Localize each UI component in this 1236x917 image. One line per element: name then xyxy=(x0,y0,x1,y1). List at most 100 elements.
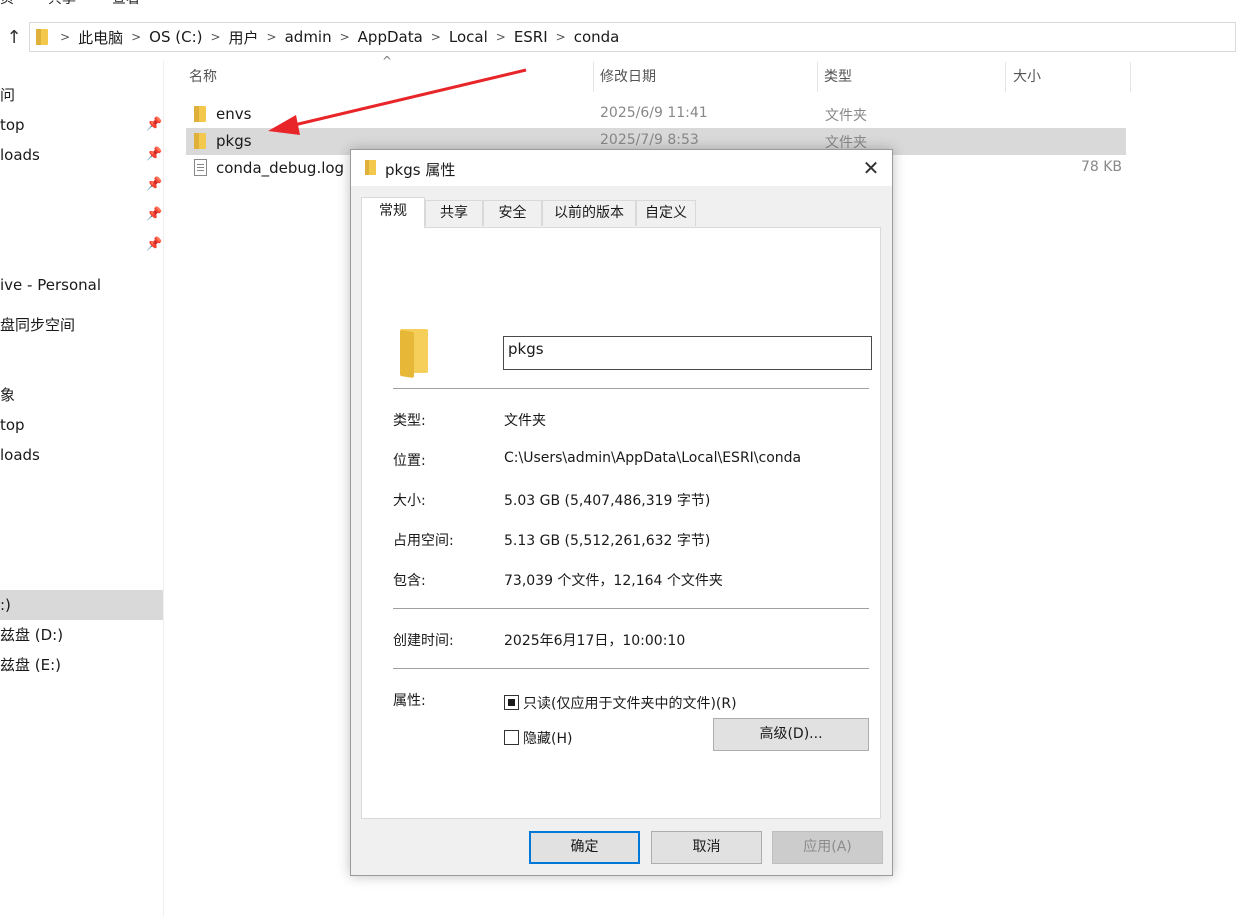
dialog-title: pkgs 属性 xyxy=(385,161,456,179)
nav-item-drive-c[interactable]: :) xyxy=(0,590,163,620)
column-divider[interactable] xyxy=(1130,62,1131,92)
nav-item-sync-space[interactable]: 盘同步空间 xyxy=(0,310,163,340)
nav-item-downloads[interactable]: loads 📌 xyxy=(0,140,163,170)
general-tab-panel: pkgs 类型: 文件夹 位置: C:\Users\admin\AppData\… xyxy=(361,227,881,819)
nav-item-drive-e[interactable]: 兹盘 (E:) xyxy=(0,650,163,680)
folder-name-field[interactable]: pkgs xyxy=(503,336,872,370)
advanced-button[interactable]: 高级(D)... xyxy=(713,718,869,751)
breadcrumb-conda[interactable]: conda xyxy=(574,28,620,46)
attributes-label: 属性: xyxy=(393,693,426,709)
chevron-right-icon[interactable]: > xyxy=(496,30,506,44)
created-value: 2025年6月17日，10:00:10 xyxy=(504,633,686,649)
file-size: 78 KB xyxy=(1080,159,1122,175)
folder-icon xyxy=(36,29,48,45)
column-header-name[interactable]: 名称 xyxy=(189,62,217,92)
tab-security[interactable]: 安全 xyxy=(483,200,542,226)
file-name: envs xyxy=(216,105,252,123)
type-label: 类型: xyxy=(393,413,426,429)
chevron-right-icon[interactable]: > xyxy=(267,30,277,44)
nav-item-3d-objects[interactable]: 象 xyxy=(0,380,163,410)
breadcrumb-appdata[interactable]: AppData xyxy=(358,28,423,46)
pane-divider[interactable] xyxy=(163,60,164,917)
file-name: pkgs xyxy=(216,132,252,150)
dialog-titlebar[interactable]: pkgs 属性 ✕ xyxy=(351,150,892,186)
created-label: 创建时间: xyxy=(393,633,454,649)
contains-value: 73,039 个文件，12,164 个文件夹 xyxy=(504,573,723,589)
breadcrumb-this-pc[interactable]: 此电脑 xyxy=(78,27,123,48)
chevron-right-icon[interactable]: > xyxy=(340,30,350,44)
pin-icon: 📌 xyxy=(146,177,163,192)
breadcrumb-users[interactable]: 用户 xyxy=(229,27,259,48)
nav-item-label: 象 xyxy=(0,386,16,404)
pin-icon: 📌 xyxy=(146,117,163,132)
file-name: conda_debug.log xyxy=(216,159,345,177)
nav-item-quick-access[interactable]: 问 xyxy=(0,80,163,110)
up-arrow-icon[interactable]: ↑ xyxy=(4,24,24,50)
navigation-pane: 问 top 📌 loads 📌 📌 📌 📌 ive - Personal 盘同步空间… xyxy=(0,60,163,917)
hidden-checkbox[interactable] xyxy=(504,730,519,745)
menu-item-share[interactable]: 共享 xyxy=(48,0,76,8)
apply-button[interactable]: 应用(A) xyxy=(772,831,883,864)
hidden-label[interactable]: 隐藏(H) xyxy=(523,728,572,748)
column-divider[interactable] xyxy=(817,62,818,92)
nav-item-label: 兹盘 (E:) xyxy=(0,656,62,674)
menu-item-view[interactable]: 查看 xyxy=(112,0,140,8)
readonly-label[interactable]: 只读(仅应用于文件夹中的文件)(R) xyxy=(523,693,737,713)
nav-item-documents[interactable]: 📌 xyxy=(0,170,163,200)
ok-button[interactable]: 确定 xyxy=(529,831,640,864)
tab-previous-versions[interactable]: 以前的版本 xyxy=(542,200,636,226)
breadcrumb-admin[interactable]: admin xyxy=(285,28,332,46)
nav-item-desktop[interactable]: top 📌 xyxy=(0,110,163,140)
chevron-right-icon[interactable]: > xyxy=(210,30,220,44)
nav-item-drive-d[interactable]: 兹盘 (D:) xyxy=(0,620,163,650)
sort-ascending-icon: ^ xyxy=(382,54,393,68)
tab-sharing[interactable]: 共享 xyxy=(425,200,483,226)
contains-label: 包含: xyxy=(393,573,426,589)
nav-item-label: ive - Personal xyxy=(0,276,101,294)
type-value: 文件夹 xyxy=(504,413,546,429)
breadcrumb-local[interactable]: Local xyxy=(449,28,488,46)
close-icon[interactable]: ✕ xyxy=(859,156,883,180)
location-value: C:\Users\admin\AppData\Local\ESRI\conda xyxy=(504,450,802,466)
tab-general[interactable]: 常规 xyxy=(361,197,425,228)
nav-item-label: :) xyxy=(0,596,11,614)
address-bar[interactable]: > 此电脑 > OS (C:) > 用户 > admin > AppData >… xyxy=(29,22,1236,52)
column-divider[interactable] xyxy=(1005,62,1006,92)
ribbon-menu: 页 共享 查看 xyxy=(0,0,1236,8)
nav-item-pictures[interactable]: 📌 xyxy=(0,200,163,230)
nav-item-onedrive[interactable]: ive - Personal xyxy=(0,270,163,300)
pin-icon: 📌 xyxy=(146,207,163,222)
separator xyxy=(393,608,869,609)
nav-item-pinned[interactable]: 📌 xyxy=(0,230,163,260)
chevron-right-icon[interactable]: > xyxy=(131,30,141,44)
file-type: 文件夹 xyxy=(825,108,867,124)
menu-item-page[interactable]: 页 xyxy=(0,0,14,8)
folder-icon xyxy=(194,133,206,149)
readonly-checkbox[interactable] xyxy=(504,695,519,710)
pin-icon: 📌 xyxy=(146,237,163,252)
column-header-type[interactable]: 类型 xyxy=(824,62,852,92)
file-date: 2025/6/9 11:41 xyxy=(600,105,708,121)
nav-item-label: 盘同步空间 xyxy=(0,316,76,334)
chevron-right-icon[interactable]: > xyxy=(60,30,70,44)
breadcrumb-esri[interactable]: ESRI xyxy=(514,28,548,46)
tab-customize[interactable]: 自定义 xyxy=(636,200,696,226)
column-divider[interactable] xyxy=(593,62,594,92)
nav-item-label: loads xyxy=(0,446,40,464)
breadcrumb-os-c[interactable]: OS (C:) xyxy=(149,28,202,46)
disk-size-label: 占用空间: xyxy=(393,533,454,549)
file-row-envs[interactable]: envs 2025/6/9 11:41 文件夹 xyxy=(186,101,1126,128)
column-header-size[interactable]: 大小 xyxy=(1013,62,1041,92)
column-header-date[interactable]: 修改日期 xyxy=(600,62,656,92)
pin-icon: 📌 xyxy=(146,147,163,162)
chevron-right-icon[interactable]: > xyxy=(556,30,566,44)
separator xyxy=(393,668,869,669)
nav-item-downloads-2[interactable]: loads xyxy=(0,440,163,470)
file-date: 2025/7/9 8:53 xyxy=(600,132,699,148)
size-label: 大小: xyxy=(393,493,426,509)
separator xyxy=(393,388,869,389)
nav-item-desktop-2[interactable]: top xyxy=(0,410,163,440)
location-label: 位置: xyxy=(393,453,426,469)
cancel-button[interactable]: 取消 xyxy=(651,831,762,864)
chevron-right-icon[interactable]: > xyxy=(431,30,441,44)
